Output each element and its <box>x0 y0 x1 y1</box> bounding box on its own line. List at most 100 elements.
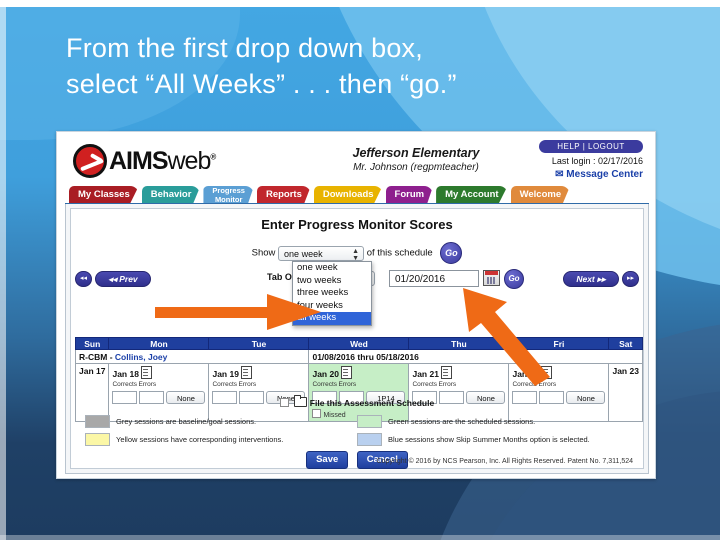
legend-text: Yellow sessions have corresponding inter… <box>116 435 284 444</box>
day-label-wrap: Jan 18 <box>112 366 205 379</box>
legend-text: Grey sessions are baseline/goal sessions… <box>116 417 257 426</box>
legend-item: Blue sessions show Skip Summer Months op… <box>357 433 629 446</box>
legend-swatch <box>357 433 382 446</box>
legend-text: Blue sessions show Skip Summer Months op… <box>388 435 590 444</box>
day-label: Jan 19 <box>212 369 239 379</box>
file-schedule-checkbox[interactable] <box>279 398 289 407</box>
student-name[interactable]: Collins, Joey <box>115 352 167 362</box>
day-label: Jan 21 <box>412 369 439 379</box>
schedule-label: of this schedule <box>366 247 433 259</box>
note-icon[interactable] <box>440 366 452 379</box>
slide-title: From the first drop down box, select “Al… <box>66 30 666 102</box>
day-label: Jan 20 <box>312 369 339 379</box>
aimsweb-logo-icon <box>73 144 107 178</box>
file-schedule-row[interactable]: File this Assessment Schedule <box>71 395 643 408</box>
nav-tab-forum[interactable]: Forum <box>385 186 434 203</box>
nav-tab-welcome[interactable]: Welcome <box>510 186 571 203</box>
corrects-label: Corrects <box>412 381 438 388</box>
logo-registered-mark: ® <box>210 152 216 162</box>
note-icon[interactable] <box>240 366 252 379</box>
nav-tab-my-account[interactable]: My Account <box>436 186 508 203</box>
day-header-sat: Sat <box>608 337 643 350</box>
annotation-arrow-to-all-weeks <box>155 294 321 330</box>
dropdown-option-one-week[interactable]: one week <box>293 262 371 275</box>
school-name: Jefferson Elementary <box>352 146 480 160</box>
page-title: Enter Progress Monitor Scores <box>261 217 453 232</box>
day-label-wrap: Jan 17 <box>79 366 105 376</box>
content-panel: Enter Progress Monitor Scores Show one w… <box>70 208 644 469</box>
student-info-row: R-CBM - Collins, Joey 01/08/2016 thru 05… <box>74 349 643 364</box>
slide-title-line-2: select “All Weeks” . . . then “go.” <box>66 69 457 99</box>
weeks-select[interactable]: one week ▲ ▼ <box>278 245 365 262</box>
legend-item: Grey sessions are baseline/goal sessions… <box>85 415 357 428</box>
student-cell: R-CBM - Collins, Joey <box>74 349 310 364</box>
nav-tab-behavior[interactable]: Behavior <box>141 186 201 203</box>
day-cell: Jan 23 <box>608 363 643 422</box>
measure-label: R-CBM <box>79 351 108 362</box>
message-center-link[interactable]: ✉ Message Center <box>555 169 643 180</box>
slide: From the first drop down box, select “Al… <box>0 0 720 540</box>
annotation-arrow-to-go-button <box>463 288 550 386</box>
show-schedule-row: Show one week ▲ ▼ of this schedule Go <box>71 242 643 264</box>
file-schedule-label: File this Assessment Schedule <box>309 398 435 408</box>
folder-icon <box>293 395 307 407</box>
show-label: Show <box>251 247 276 259</box>
day-cell: Jan 18 CorrectsErrors None <box>108 363 210 422</box>
nav-tab-progress-monitor[interactable]: Progress Monitor <box>203 186 254 204</box>
logo-web: web <box>167 146 212 175</box>
weeks-select-value: one week <box>284 248 323 259</box>
logo-aims: AIMS <box>109 146 168 175</box>
envelope-icon: ✉ <box>555 169 564 180</box>
errors-label: Errors <box>338 381 357 388</box>
slide-left-border <box>0 0 6 540</box>
next-button[interactable]: Next ▸▸ <box>563 271 619 287</box>
dropdown-option-two-weeks[interactable]: two weeks <box>293 275 371 288</box>
day-header-wed: Wed <box>308 337 410 350</box>
legend-item: Green sessions are the scheduled session… <box>357 415 629 428</box>
slide-title-line-1: From the first drop down box, <box>66 33 423 63</box>
message-center-label: Message Center <box>566 169 643 180</box>
table-row: Jan 17 Jan 18 CorrectsErrors None Jan 19 Corr… <box>74 363 643 422</box>
day-label-wrap: Jan 19 <box>212 366 305 379</box>
aimsweb-logo-text: AIMSweb® <box>109 146 216 176</box>
day-header-tue: Tue <box>208 337 310 350</box>
corrects-label: Corrects <box>312 381 338 388</box>
aimsweb-logo: AIMSweb® <box>73 144 216 178</box>
progress-monitor-table: Sun Mon Tue Wed Thu Fri Sat R-CBM - Collins, J… <box>74 337 643 422</box>
legend-item: Yellow sessions have corresponding inter… <box>85 433 357 446</box>
slide-bottom-border <box>0 535 720 540</box>
day-cell: Jan 19CorrectsErrorsNone <box>208 363 310 422</box>
screenshot-left-margin <box>57 132 65 478</box>
prev-button[interactable]: ◂◂ Prev <box>95 271 151 287</box>
last-page-button[interactable]: ▸▸ <box>622 271 639 287</box>
help-logout-button[interactable]: HELP | LOGOUT <box>539 140 643 153</box>
nav-tab-reports[interactable]: Reports <box>256 186 311 203</box>
input-labels: CorrectsErrors <box>112 381 205 388</box>
user-name: Mr. Johnson (regpmteacher) <box>353 162 479 173</box>
separator: - <box>109 351 113 362</box>
page-body: Enter Progress Monitor Scores Show one w… <box>65 204 649 474</box>
day-label-wrap: Jan 23 <box>612 366 638 376</box>
note-icon[interactable] <box>140 366 152 379</box>
first-page-button[interactable]: ◂◂ <box>75 271 92 287</box>
legend-swatch <box>85 433 110 446</box>
day-label: Jan 23 <box>612 366 639 376</box>
main-navigation: My Classes Behavior Progress Monitor Reports… <box>65 186 649 208</box>
note-icon[interactable] <box>340 366 352 379</box>
legend: Grey sessions are baseline/goal sessions… <box>85 415 629 451</box>
go-button[interactable]: Go <box>440 242 463 264</box>
nav-tab-downloads[interactable]: Downloads <box>313 186 383 203</box>
school-info: Jefferson Elementary Mr. Johnson (regpmt… <box>311 146 521 173</box>
errors-label: Errors <box>138 381 157 388</box>
day-label: Jan 17 <box>79 366 106 376</box>
legend-swatch <box>357 415 382 428</box>
corrects-label: Corrects <box>212 381 238 388</box>
app-header: AIMSweb® Jefferson Elementary Mr. Johnso… <box>65 138 649 186</box>
input-labels: CorrectsErrors <box>312 381 405 388</box>
save-button[interactable]: Save <box>306 451 349 469</box>
day-cell: Jan 20 CorrectsErrors 1P14 Missed <box>308 363 410 422</box>
nav-tab-my-classes[interactable]: My Classes <box>69 186 139 203</box>
nav-tab-list: My Classes Behavior Progress Monitor Reports… <box>69 186 571 204</box>
legend-text: Green sessions are the scheduled session… <box>388 417 536 426</box>
day-label-wrap: Jan 20 <box>312 366 405 379</box>
